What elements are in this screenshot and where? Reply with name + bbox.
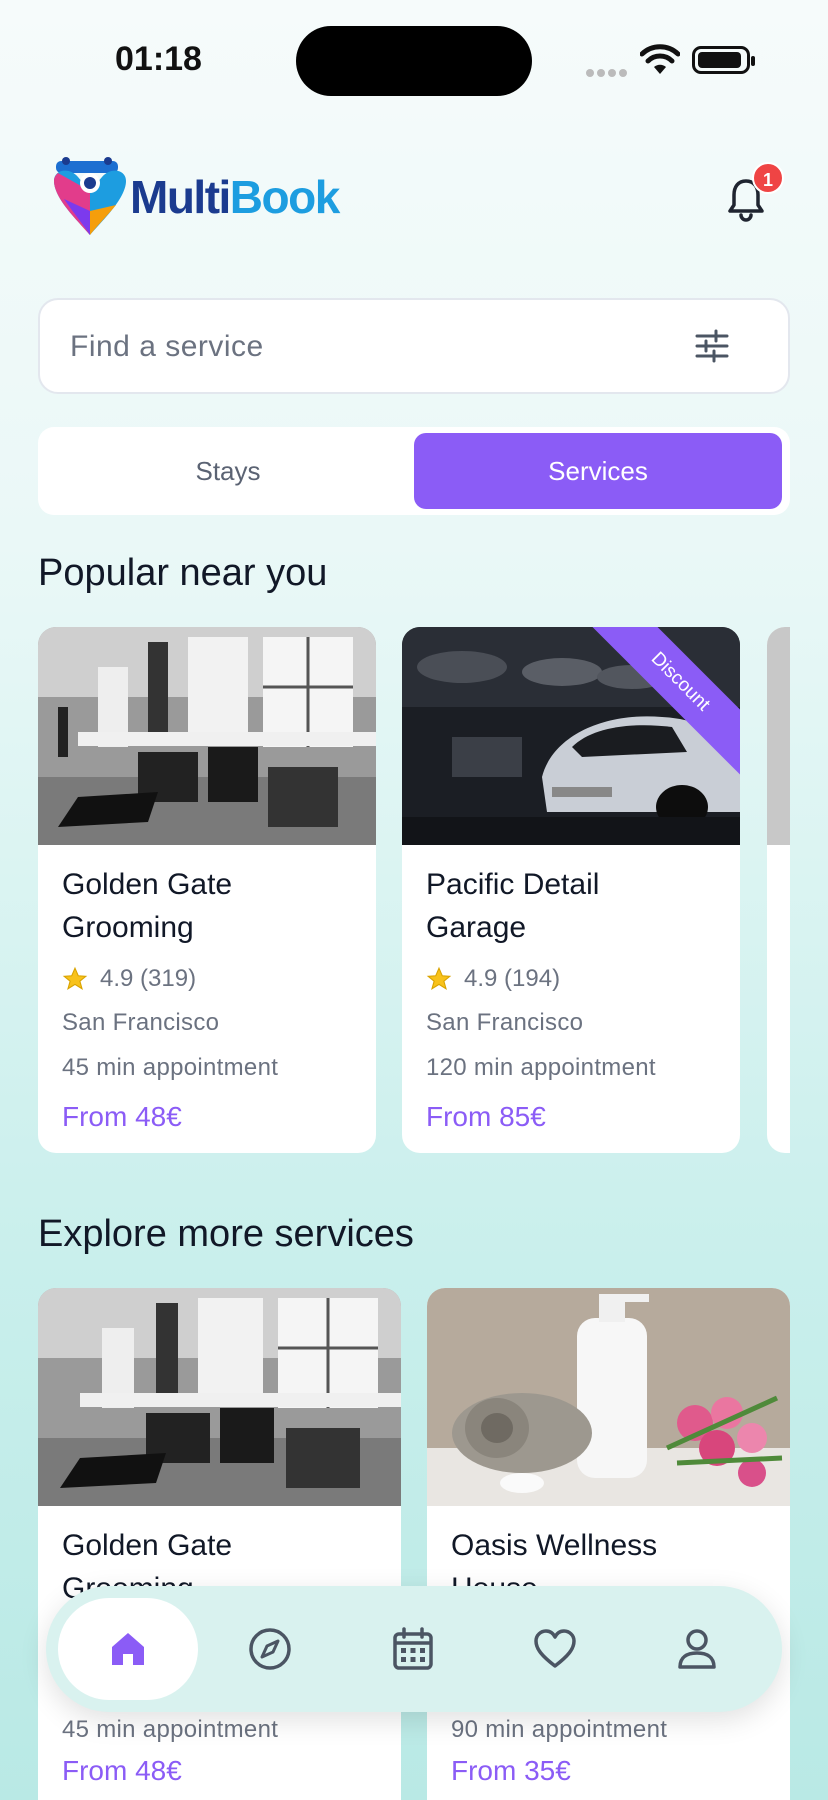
card-rating: 4.9 (319) (62, 965, 196, 993)
section-title-explore: Explore more services (38, 1213, 414, 1255)
card-title: Garage (426, 911, 527, 944)
discount-badge: Discount (590, 627, 740, 777)
card-image (767, 627, 790, 845)
logo-text: MultiBook (130, 170, 341, 224)
wifi-icon (640, 44, 680, 74)
card-duration: 90 min appointment (451, 1716, 668, 1743)
user-icon (678, 1629, 716, 1669)
signal-icon (586, 64, 630, 82)
logo-text-book: Book (229, 171, 341, 223)
star-icon (426, 966, 452, 990)
service-card[interactable]: Oasis Wellness House 90 min appointment … (427, 1288, 790, 1800)
card-price: From 85€ (426, 1101, 546, 1132)
service-card[interactable]: Golden Gate Grooming 4.9 (319) San Franc… (38, 627, 376, 1153)
compass-icon (249, 1628, 291, 1670)
rating-text: 4.9 (319) (100, 965, 197, 992)
heart-icon (534, 1629, 576, 1668)
category-tabs: Stays Services (38, 427, 790, 515)
card-title: Golden Gate (62, 868, 233, 901)
app-logo[interactable]: MultiBook (50, 155, 341, 239)
card-title: Oasis Wellness (451, 1529, 658, 1562)
card-rating: 4.9 (194) (426, 965, 560, 993)
star-icon (62, 966, 88, 990)
bottom-nav (46, 1586, 782, 1712)
filter-icon[interactable] (694, 328, 730, 364)
nav-bookings[interactable] (343, 1598, 483, 1700)
card-duration: 45 min appointment (62, 1716, 279, 1743)
nav-profile[interactable] (627, 1598, 767, 1700)
home-icon (112, 1633, 144, 1665)
card-price: From 48€ (62, 1101, 182, 1132)
logo-text-multi: Multi (130, 171, 231, 223)
card-city: San Francisco (62, 1009, 220, 1036)
battery-icon (692, 46, 755, 74)
card-city: San Francisco (426, 1009, 584, 1036)
service-card[interactable]: Golden Gate Grooming 45 min appointment … (38, 1288, 401, 1800)
card-image (427, 1288, 790, 1506)
card-title: Grooming (62, 911, 194, 944)
status-time: 01:18 (115, 40, 202, 78)
status-bar: 01:18 (0, 0, 828, 110)
section-title-popular: Popular near you (38, 552, 328, 594)
discount-ribbon: Discount (590, 627, 740, 777)
service-card-peek[interactable] (767, 627, 790, 1153)
tab-stays[interactable]: Stays (44, 433, 412, 509)
nav-explore[interactable] (200, 1598, 340, 1700)
card-image (38, 627, 376, 845)
card-duration: 120 min appointment (426, 1054, 656, 1081)
logo-mark-icon (54, 157, 126, 235)
rating-text: 4.9 (194) (464, 965, 561, 992)
search-input[interactable] (70, 322, 690, 372)
card-price: From 48€ (62, 1755, 182, 1786)
card-duration: 45 min appointment (62, 1054, 279, 1081)
card-title: Pacific Detail (426, 868, 600, 901)
tab-services[interactable]: Services (414, 433, 782, 509)
nav-home[interactable] (58, 1598, 198, 1700)
calendar-icon (393, 1627, 433, 1670)
dynamic-island (296, 26, 532, 96)
card-title: Golden Gate (62, 1529, 233, 1562)
notification-badge: 1 (752, 162, 784, 194)
card-image (38, 1288, 401, 1506)
search-bar (38, 298, 790, 394)
card-price: From 35€ (451, 1755, 571, 1786)
nav-favorites[interactable] (485, 1598, 625, 1700)
service-card[interactable]: Discount Pacific Detail Garage 4.9 (194)… (402, 627, 740, 1153)
